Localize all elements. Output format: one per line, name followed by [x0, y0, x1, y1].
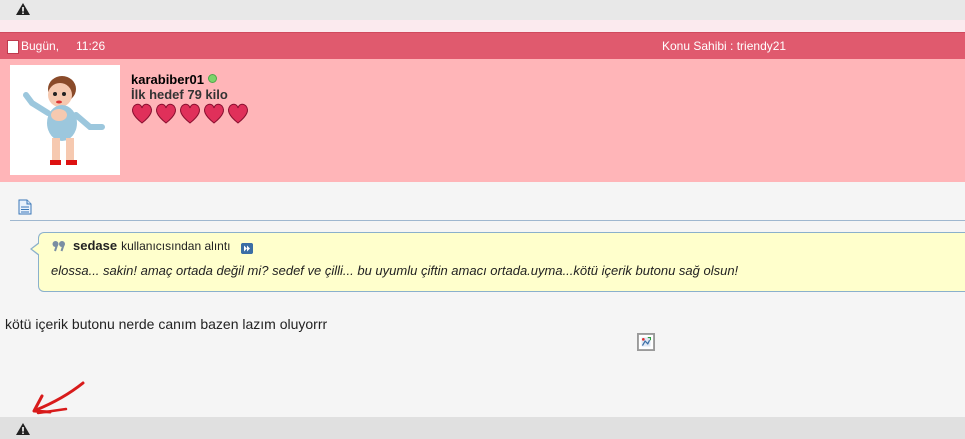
heart-icon: [180, 103, 200, 124]
separator: [0, 20, 965, 32]
quote-text: elossa... sakin! amaç ortada değil mi? s…: [51, 263, 739, 278]
heart-icon: [204, 103, 224, 124]
heart-icon: [132, 103, 152, 124]
bottom-toolbar: [0, 417, 965, 439]
document-icon: [18, 199, 32, 215]
quote-suffix: kullanıcısından alıntı: [121, 239, 231, 253]
user-info: karabiber01 İlk hedef 79 kilo: [0, 59, 965, 182]
avatar[interactable]: [10, 65, 120, 175]
warning-icon[interactable]: [15, 422, 31, 436]
divider: [10, 220, 965, 221]
post-body: sedase kullanıcısından alıntı elossa... s…: [0, 183, 965, 417]
online-status-icon: [208, 74, 217, 83]
heart-icon: [228, 103, 248, 124]
quote-header: sedase kullanıcısından alıntı: [73, 238, 231, 253]
reputation-hearts: [132, 103, 248, 124]
message-text: kötü içerik butonu nerde canım bazen laz…: [5, 316, 328, 332]
heart-icon: [156, 103, 176, 124]
post-date: Bugün,: [21, 39, 60, 53]
post-icon: [7, 40, 19, 54]
warning-icon[interactable]: [15, 2, 31, 16]
post-header: Bugün, 11:26 Konu Sahibi : triendy21: [0, 32, 965, 59]
red-arrow-icon: [32, 381, 85, 415]
post-time: 11:26: [76, 39, 106, 53]
avatar-image: [23, 76, 105, 165]
broken-image-icon: [637, 333, 655, 351]
quote-icon: [52, 241, 65, 252]
view-post-arrow-icon[interactable]: [241, 243, 253, 254]
quote-author[interactable]: sedase: [73, 238, 117, 253]
thread-owner: Konu Sahibi : triendy21: [662, 39, 787, 53]
quote-pointer-fill: [32, 243, 40, 255]
username[interactable]: karabiber01: [131, 72, 204, 87]
user-title: İlk hedef 79 kilo: [131, 87, 228, 102]
quote-box: sedase kullanıcısından alıntı elossa... s…: [38, 232, 965, 292]
top-toolbar: [0, 0, 965, 20]
